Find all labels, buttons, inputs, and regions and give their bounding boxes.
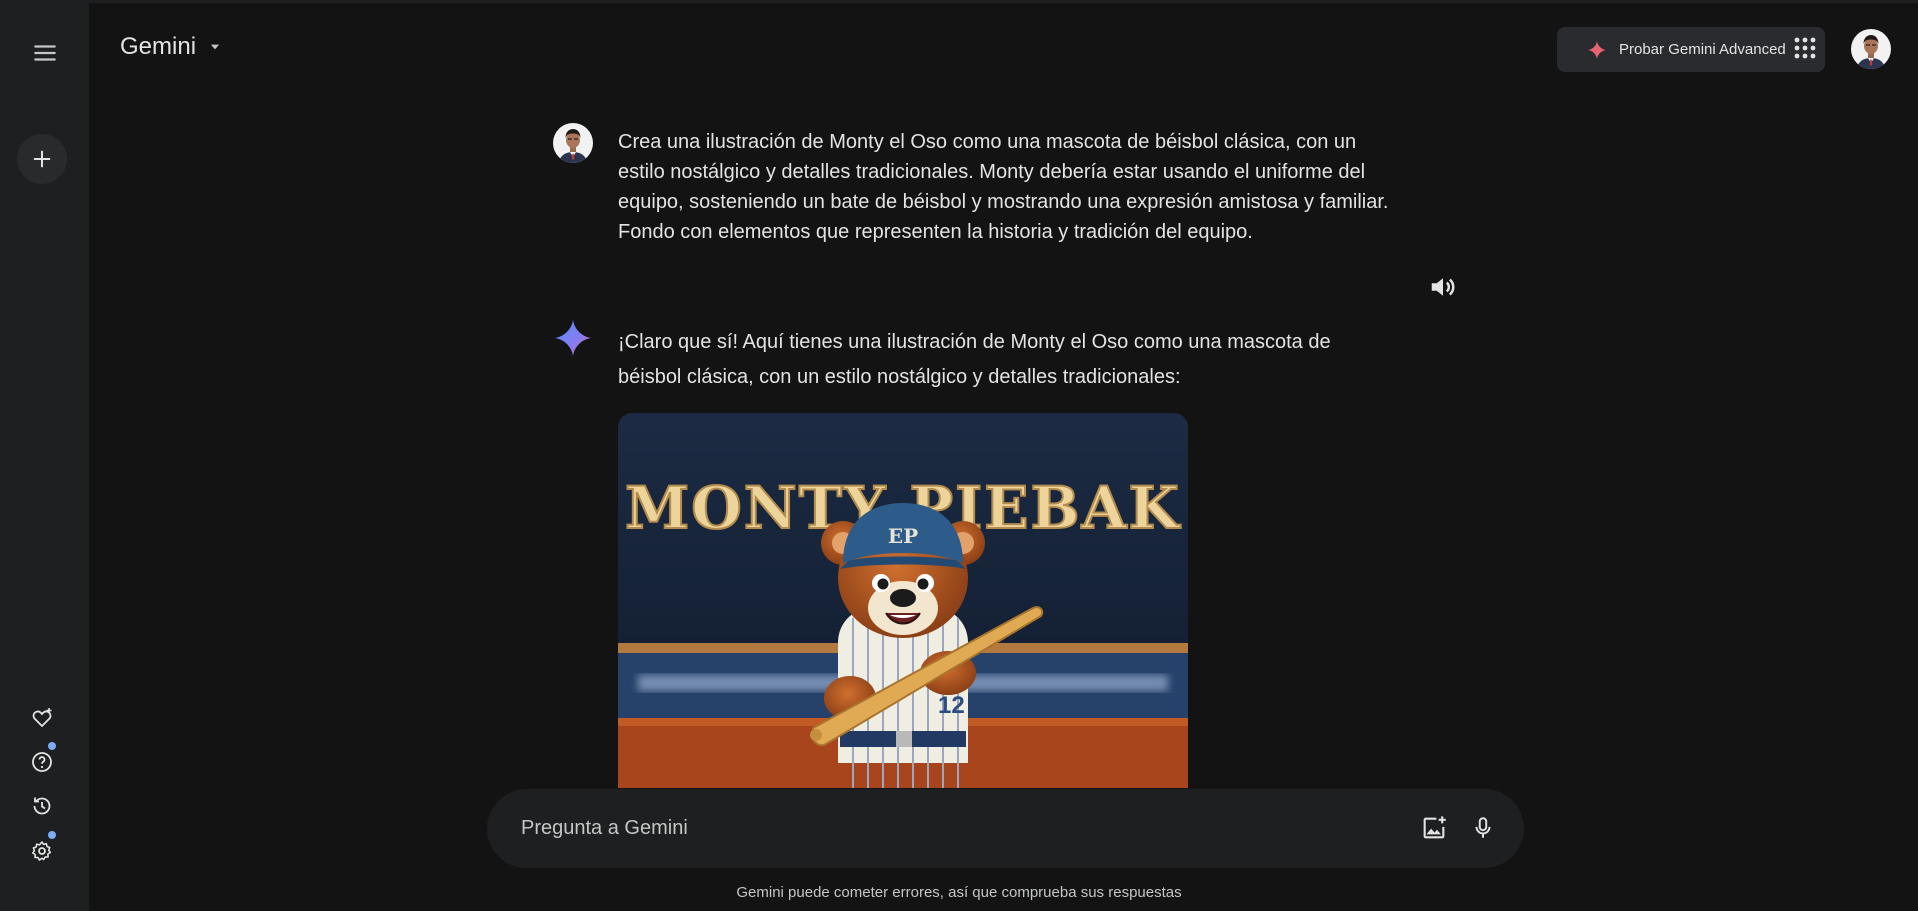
app-title: Gemini	[120, 33, 197, 60]
user-avatar	[553, 123, 593, 163]
account-avatar[interactable]	[1851, 29, 1891, 69]
user-prompt-text: Crea una ilustración de Monty el Oso com…	[618, 131, 1389, 243]
top-border	[0, 0, 1918, 3]
disclaimer-text: Gemini puede cometer errores, así que co…	[736, 884, 1182, 901]
sparkle-icon	[1587, 40, 1607, 59]
gem-icon	[32, 708, 52, 728]
upgrade-label: Probar Gemini Advanced	[1619, 41, 1786, 58]
settings-icon	[31, 841, 52, 861]
gemini-response-icon	[553, 318, 593, 358]
upgrade-button[interactable]: Probar Gemini Advanced	[1557, 27, 1825, 72]
prompt-input-bar	[487, 789, 1524, 868]
user-photo-icon	[1851, 29, 1891, 69]
plus-icon	[33, 150, 51, 168]
image-jersey-number: 12	[938, 692, 965, 719]
new-chat-button[interactable]	[17, 134, 67, 184]
gemini-response-text: ¡Claro que sí! Aquí tienes una ilustraci…	[618, 331, 1331, 388]
apps-grid-icon	[1794, 37, 1816, 59]
generated-image[interactable]: MONTY PIEBAK 12 EP	[618, 413, 1188, 788]
image-cap-logo: EP	[888, 524, 918, 548]
microphone-icon	[1475, 817, 1491, 838]
microphone-button[interactable]	[1466, 811, 1500, 845]
speaker-icon	[1431, 278, 1455, 296]
gemini-sparkle-icon	[554, 319, 592, 357]
history-icon	[33, 797, 51, 815]
bear-mascot-illustration: MONTY PIEBAK 12 EP	[618, 413, 1188, 788]
upload-image-button[interactable]	[1417, 811, 1451, 845]
settings-button[interactable]	[24, 831, 60, 869]
user-photo-icon	[553, 123, 593, 163]
gem-manager-button[interactable]	[24, 700, 60, 736]
activity-button[interactable]	[24, 788, 60, 824]
help-icon	[32, 752, 52, 772]
read-aloud-button[interactable]	[1428, 272, 1462, 306]
apps-button[interactable]	[1793, 36, 1817, 60]
notification-dot	[48, 742, 56, 750]
add-image-icon	[1423, 816, 1446, 839]
menu-button[interactable]	[22, 30, 68, 76]
caret-down-icon	[210, 44, 220, 50]
prompt-input[interactable]	[519, 816, 1383, 841]
help-button[interactable]	[24, 742, 60, 780]
sidebar	[0, 0, 89, 911]
model-selector[interactable]: Gemini	[120, 33, 222, 61]
notification-dot	[48, 831, 56, 839]
menu-icon	[34, 45, 56, 61]
